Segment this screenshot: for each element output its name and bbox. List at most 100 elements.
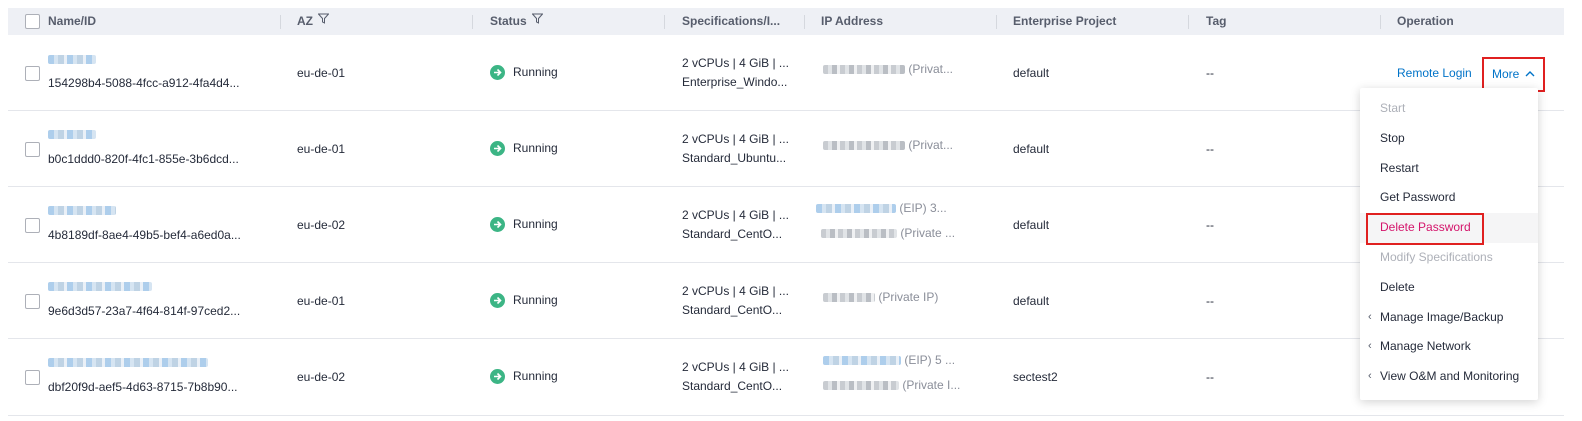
- running-status-icon: [490, 65, 505, 81]
- instance-az: eu-de-02: [297, 370, 346, 384]
- menu-item-get-password[interactable]: Get Password: [1360, 183, 1538, 213]
- instance-status: Running: [490, 293, 558, 309]
- instance-status-label: Running: [513, 65, 558, 79]
- column-header-status[interactable]: Status: [490, 7, 544, 35]
- row-checkbox[interactable]: [25, 294, 40, 309]
- instance-status-label: Running: [513, 369, 558, 383]
- column-header-az[interactable]: AZ: [297, 7, 330, 35]
- table-row: 4b8189df-8ae4-49b5-bef4-a6ed0a... eu-de-…: [8, 187, 1564, 263]
- menu-item-label: Restart: [1380, 160, 1419, 175]
- table-header: Name/ID AZ Status Specifications/I... IP…: [8, 8, 1564, 35]
- instance-enterprise-project: sectest2: [1013, 370, 1058, 384]
- instance-spec-line1: 2 vCPUs | 4 GiB | ...: [682, 132, 789, 146]
- ip-type-label: (Privat...: [908, 62, 954, 76]
- table-row: 154298b4-5088-4fcc-a912-4fa4d4... eu-de-…: [8, 35, 1564, 111]
- select-all-checkbox[interactable]: [25, 14, 40, 29]
- menu-item-label: Manage Image/Backup: [1380, 309, 1504, 324]
- ip-type-label: (EIP) 5 ...: [904, 353, 956, 367]
- column-divider[interactable]: [280, 15, 281, 29]
- menu-item-delete[interactable]: Delete: [1360, 273, 1538, 303]
- column-divider[interactable]: [472, 15, 473, 29]
- running-status-icon: [490, 293, 505, 309]
- instance-az: eu-de-01: [297, 66, 346, 80]
- instance-spec-line2: Standard_CentO...: [682, 303, 783, 317]
- instance-name-redacted[interactable]: [48, 355, 208, 369]
- menu-item-manage-network[interactable]: ‹ Manage Network: [1360, 332, 1538, 362]
- instance-id: 9e6d3d57-23a7-4f64-814f-97ced2...: [48, 304, 241, 318]
- column-header-operation: Operation: [1397, 14, 1454, 28]
- instance-status: Running: [490, 65, 558, 81]
- instance-tag: --: [1206, 142, 1214, 156]
- row-checkbox[interactable]: [25, 66, 40, 81]
- table-row: 9e6d3d57-23a7-4f64-814f-97ced2... eu-de-…: [8, 263, 1564, 339]
- menu-item-label: Delete: [1380, 279, 1415, 294]
- annotation-highlight-box: [1366, 213, 1484, 245]
- column-header-enterprise-project[interactable]: Enterprise Project: [1013, 8, 1116, 35]
- instance-spec-line1: 2 vCPUs | 4 GiB | ...: [682, 208, 789, 222]
- menu-item-manage-image-backup[interactable]: ‹ Manage Image/Backup: [1360, 303, 1538, 333]
- row-checkbox[interactable]: [25, 370, 40, 385]
- instance-name-redacted[interactable]: [48, 127, 96, 141]
- menu-item-label: Modify Specifications: [1380, 249, 1493, 264]
- column-header-name[interactable]: Name/ID: [48, 8, 96, 35]
- instance-status: Running: [490, 217, 558, 233]
- column-divider[interactable]: [1188, 15, 1189, 29]
- menu-item-modify-specifications[interactable]: Modify Specifications: [1360, 243, 1538, 273]
- column-divider[interactable]: [664, 15, 665, 29]
- ip-type-label: (Private I...: [902, 378, 961, 392]
- column-divider[interactable]: [996, 15, 997, 29]
- instance-private-ip: (Private I...: [823, 378, 960, 392]
- column-header-az-label: AZ: [297, 14, 313, 28]
- more-button-label: More: [1492, 67, 1520, 81]
- instance-id: b0c1ddd0-820f-4fc1-855e-3b6dcd...: [48, 152, 239, 166]
- chevron-up-icon: [1525, 71, 1535, 77]
- instance-az: eu-de-01: [297, 294, 346, 308]
- row-checkbox[interactable]: [25, 142, 40, 157]
- menu-item-stop[interactable]: Stop: [1360, 124, 1538, 154]
- instance-spec-line1: 2 vCPUs | 4 GiB | ...: [682, 56, 789, 70]
- more-button[interactable]: More: [1482, 57, 1545, 92]
- instance-spec-line1: 2 vCPUs | 4 GiB | ...: [682, 360, 789, 374]
- ecs-table: Name/ID AZ Status Specifications/I... IP…: [8, 8, 1564, 416]
- menu-item-label: Start: [1380, 101, 1406, 115]
- menu-item-view-om-monitoring[interactable]: ‹ View O&M and Monitoring: [1360, 362, 1538, 392]
- instance-name-redacted[interactable]: [48, 279, 152, 293]
- instance-name-redacted[interactable]: [48, 203, 116, 217]
- instance-az: eu-de-01: [297, 142, 346, 156]
- filter-icon[interactable]: [317, 7, 330, 34]
- instance-private-ip: (Private ...: [821, 226, 955, 240]
- instance-enterprise-project: default: [1013, 142, 1050, 156]
- instance-eip: (EIP) 3...: [816, 201, 947, 215]
- filter-icon[interactable]: [531, 7, 544, 34]
- instance-enterprise-project: default: [1013, 294, 1050, 308]
- instance-enterprise-project: default: [1013, 66, 1050, 80]
- menu-item-label: Get Password: [1380, 190, 1456, 205]
- instance-status-label: Running: [513, 293, 558, 307]
- instance-tag: --: [1206, 66, 1214, 80]
- instance-id: 154298b4-5088-4fcc-a912-4fa4d4...: [48, 76, 240, 90]
- remote-login-link[interactable]: Remote Login: [1397, 66, 1472, 80]
- instance-name-redacted[interactable]: [48, 52, 96, 66]
- menu-item-label: View O&M and Monitoring: [1380, 369, 1520, 384]
- instance-ip: (Private IP): [823, 290, 938, 304]
- column-header-ip-address[interactable]: IP Address: [821, 8, 883, 35]
- row-checkbox[interactable]: [25, 218, 40, 233]
- column-header-status-label: Status: [490, 14, 527, 28]
- running-status-icon: [490, 369, 505, 385]
- menu-item-restart[interactable]: Restart: [1360, 154, 1538, 184]
- instance-enterprise-project: default: [1013, 218, 1050, 232]
- menu-item-start[interactable]: Start: [1360, 94, 1538, 124]
- instance-id: dbf20f9d-aef5-4d63-8715-7b8b90...: [48, 380, 238, 394]
- column-divider[interactable]: [1380, 15, 1381, 29]
- column-header-specifications[interactable]: Specifications/I...: [682, 8, 780, 35]
- column-divider[interactable]: [804, 15, 805, 29]
- instance-status-label: Running: [513, 141, 558, 155]
- ip-type-label: (Privat...: [908, 138, 954, 152]
- instance-id: 4b8189df-8ae4-49b5-bef4-a6ed0a...: [48, 228, 241, 242]
- menu-item-label: Manage Network: [1380, 339, 1471, 354]
- menu-item-label: Stop: [1380, 130, 1405, 145]
- chevron-left-icon: ‹: [1368, 370, 1372, 383]
- ip-type-label: (Private ...: [900, 226, 956, 240]
- instance-status: Running: [490, 369, 558, 385]
- column-header-tag[interactable]: Tag: [1206, 8, 1226, 35]
